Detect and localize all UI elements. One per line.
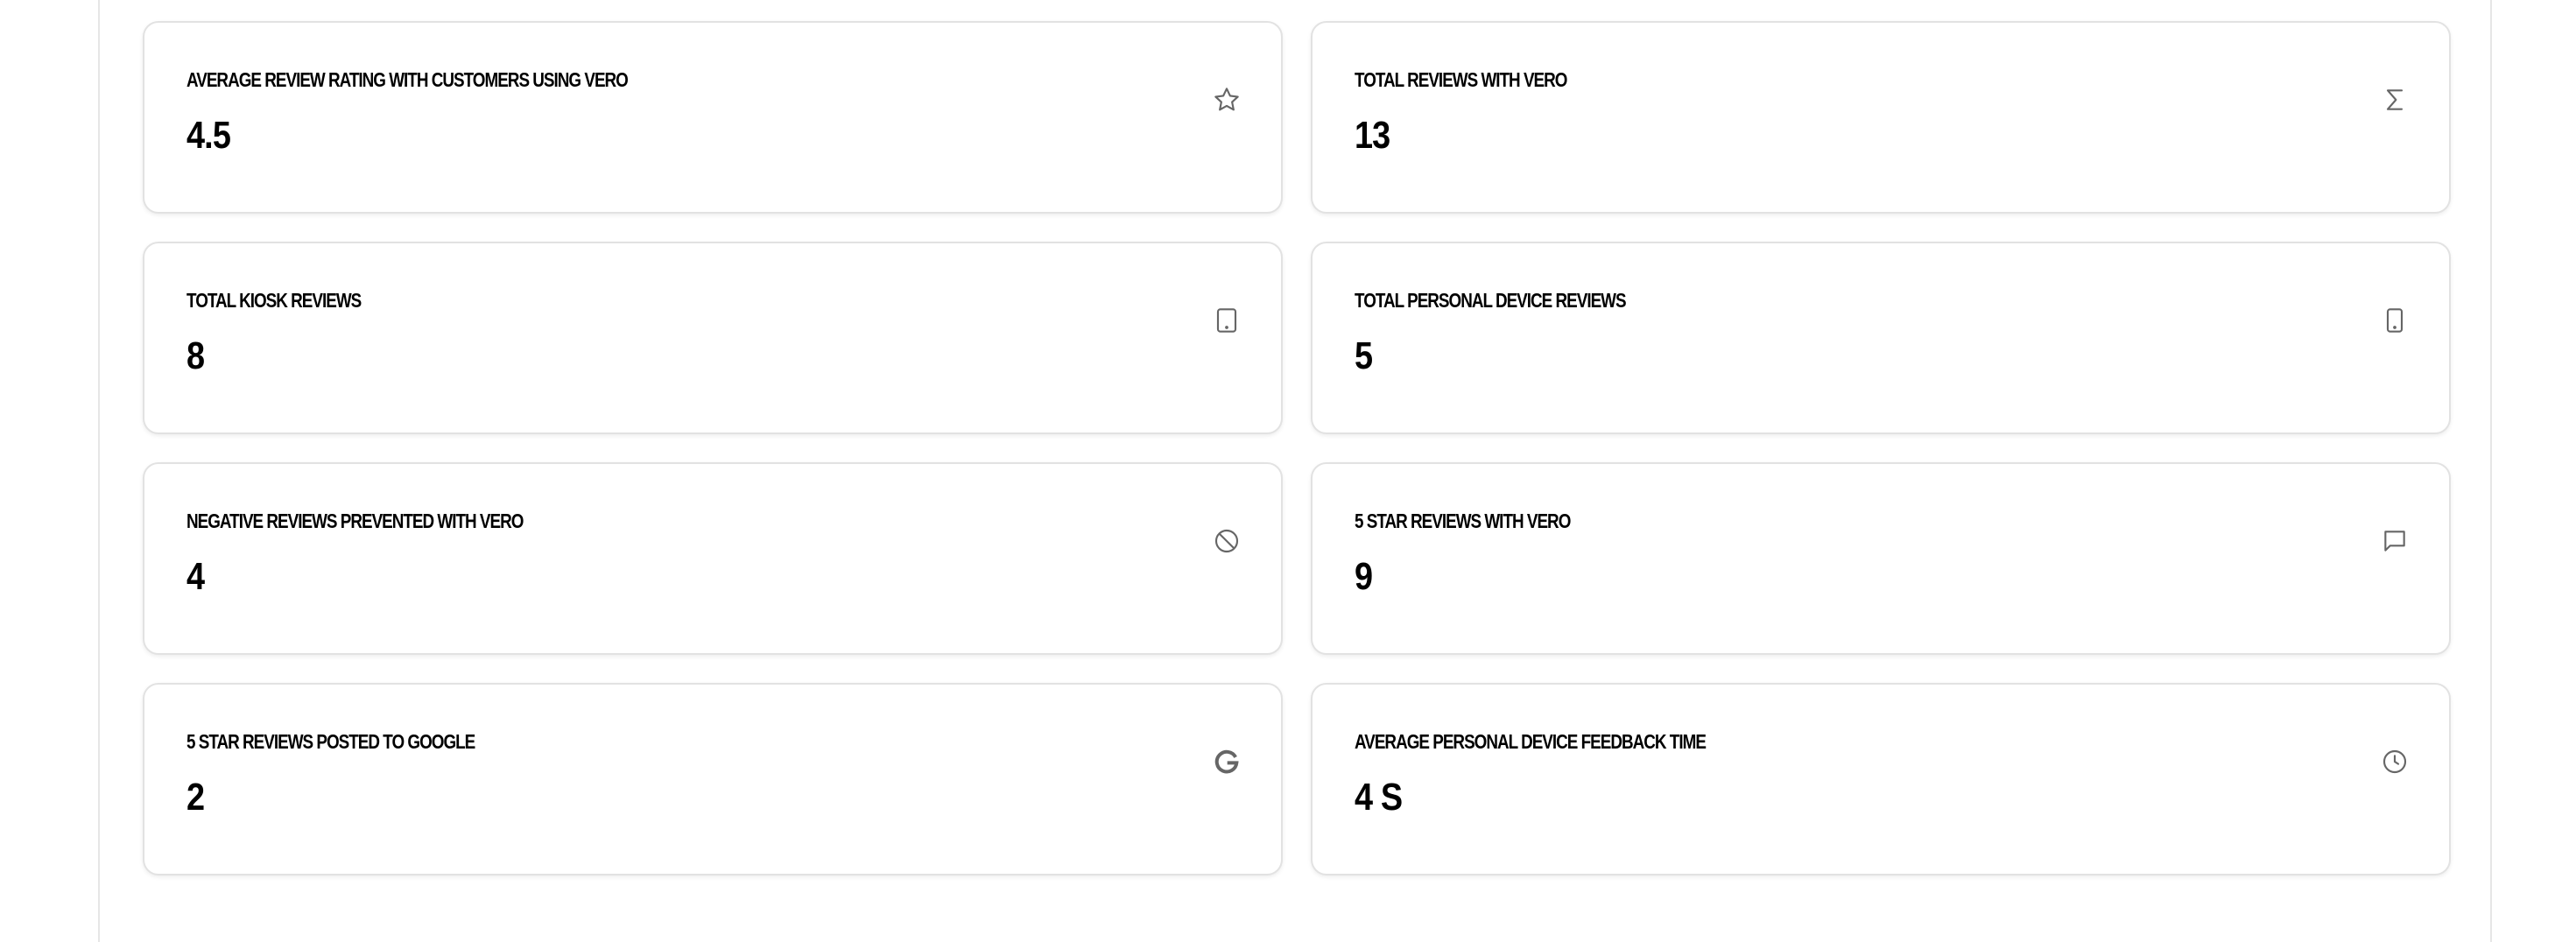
stat-card-total-reviews: TOTAL REVIEWS WITH VERO 13 — [1311, 21, 2451, 214]
stat-label: TOTAL KIOSK REVIEWS — [187, 289, 362, 312]
stat-value: 5 — [1355, 334, 1373, 377]
stat-label: NEGATIVE REVIEWS PREVENTED WITH VERO — [187, 510, 524, 532]
tablet-icon — [1213, 306, 1241, 334]
stat-card-average-rating: AVERAGE REVIEW RATING WITH CUSTOMERS USI… — [143, 21, 1283, 214]
stats-grid: AVERAGE REVIEW RATING WITH CUSTOMERS USI… — [143, 21, 2451, 875]
stat-card-feedback-time: AVERAGE PERSONAL DEVICE FEEDBACK TIME 4 … — [1311, 683, 2451, 875]
stat-label: 5 STAR REVIEWS WITH VERO — [1355, 510, 1571, 532]
sigma-icon — [2381, 86, 2409, 114]
stat-value: 9 — [1355, 555, 1373, 598]
stat-label: 5 STAR REVIEWS POSTED TO GOOGLE — [187, 730, 475, 753]
stat-card-google-posted: 5 STAR REVIEWS POSTED TO GOOGLE 2 — [143, 683, 1283, 875]
stat-value: 4 S — [1355, 776, 1403, 819]
stat-value: 2 — [187, 776, 205, 819]
stat-card-kiosk-reviews: TOTAL KIOSK REVIEWS 8 — [143, 242, 1283, 434]
message-square-icon — [2381, 527, 2409, 555]
stat-card-negative-prevented: NEGATIVE REVIEWS PREVENTED WITH VERO 4 — [143, 462, 1283, 655]
smartphone-icon — [2381, 306, 2409, 334]
clock-icon — [2381, 748, 2409, 776]
stat-label: TOTAL PERSONAL DEVICE REVIEWS — [1355, 289, 1627, 312]
stat-label: AVERAGE REVIEW RATING WITH CUSTOMERS USI… — [187, 68, 629, 91]
ban-icon — [1213, 527, 1241, 555]
stat-card-five-star-reviews: 5 STAR REVIEWS WITH VERO 9 — [1311, 462, 2451, 655]
stat-value: 8 — [187, 334, 205, 377]
stat-value: 13 — [1355, 114, 1390, 157]
star-icon — [1213, 86, 1241, 114]
stat-value: 4.5 — [187, 114, 231, 157]
stat-value: 4 — [187, 555, 205, 598]
stat-label: AVERAGE PERSONAL DEVICE FEEDBACK TIME — [1355, 730, 1707, 753]
stat-label: TOTAL REVIEWS WITH VERO — [1355, 68, 1567, 91]
google-icon — [1213, 748, 1241, 776]
stat-card-personal-device-reviews: TOTAL PERSONAL DEVICE REVIEWS 5 — [1311, 242, 2451, 434]
